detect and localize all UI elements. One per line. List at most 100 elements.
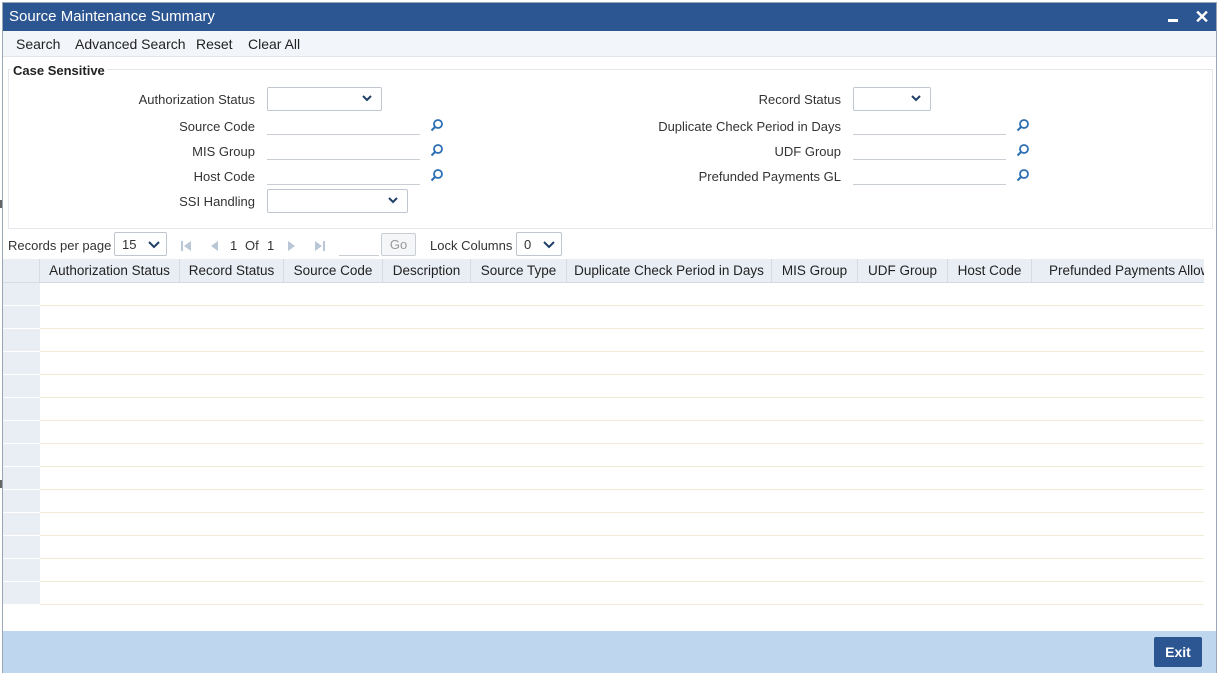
duplicate-check-period-input[interactable]	[853, 113, 1006, 135]
column-header[interactable]: Record Status	[180, 259, 284, 283]
row-selector[interactable]	[3, 329, 40, 352]
udf-group-input[interactable]	[853, 138, 1006, 160]
table-row[interactable]	[40, 421, 1204, 444]
column-header[interactable]: MIS Group	[772, 259, 858, 283]
table-row[interactable]	[40, 329, 1204, 352]
exit-button[interactable]: Exit	[1154, 637, 1202, 667]
clear-all-button[interactable]: Clear All	[248, 36, 300, 52]
lock-columns-label: Lock Columns	[430, 238, 513, 253]
authorization-status-select[interactable]	[267, 87, 382, 111]
select-all-header[interactable]	[3, 259, 40, 283]
column-header[interactable]: Duplicate Check Period in Days	[567, 259, 772, 283]
duplicate-check-period-label: Duplicate Check Period in Days	[658, 119, 841, 134]
udf-group-label: UDF Group	[774, 144, 841, 159]
row-selector[interactable]	[3, 375, 40, 398]
row-selector[interactable]	[3, 536, 40, 559]
source-code-input[interactable]	[267, 113, 420, 135]
next-page-icon[interactable]	[286, 240, 298, 252]
first-page-icon[interactable]	[180, 240, 192, 252]
row-selector[interactable]	[3, 444, 40, 467]
table-row[interactable]	[40, 306, 1204, 329]
source-code-label: Source Code	[179, 119, 255, 134]
ssi-handling-label: SSI Handling	[179, 194, 255, 209]
row-selector[interactable]	[3, 306, 40, 329]
column-header[interactable]: Authorization Status	[40, 259, 180, 283]
source-maintenance-summary-window: Source Maintenance Summary ✕ Search Adva…	[2, 2, 1217, 673]
record-status-label: Record Status	[758, 92, 841, 107]
lock-columns-value: 0	[524, 237, 532, 252]
mis-group-lookup-icon[interactable]	[430, 143, 444, 157]
row-selector[interactable]	[3, 582, 40, 605]
row-selector[interactable]	[3, 283, 40, 306]
source-code-lookup-icon[interactable]	[430, 118, 444, 132]
footer-bar: Exit	[3, 631, 1216, 673]
search-button[interactable]: Search	[16, 36, 60, 52]
chevron-down-icon	[148, 241, 160, 249]
table-row[interactable]	[40, 490, 1204, 513]
table-row[interactable]	[40, 283, 1204, 306]
records-per-page-value: 15	[122, 237, 137, 252]
row-selector[interactable]	[3, 421, 40, 444]
record-status-select[interactable]	[853, 87, 931, 111]
column-header[interactable]: Source Code	[284, 259, 383, 283]
ssi-handling-select[interactable]	[267, 189, 408, 213]
table-row[interactable]	[40, 559, 1204, 582]
prefunded-payments-gl-lookup-icon[interactable]	[1016, 168, 1030, 182]
column-header[interactable]: Source Type	[471, 259, 567, 283]
table-row[interactable]	[40, 444, 1204, 467]
duplicate-check-period-lookup-icon[interactable]	[1016, 118, 1030, 132]
table-row[interactable]	[40, 536, 1204, 559]
row-selector[interactable]	[3, 352, 40, 375]
table-row[interactable]	[40, 375, 1204, 398]
table-row[interactable]	[40, 467, 1204, 490]
last-page-icon[interactable]	[314, 240, 326, 252]
edge-marker	[0, 480, 2, 488]
records-per-page-select[interactable]: 15	[114, 232, 167, 256]
case-sensitive-title: Case Sensitive	[11, 63, 107, 78]
table-row[interactable]	[40, 582, 1204, 605]
row-selector[interactable]	[3, 513, 40, 536]
chevron-down-icon	[388, 197, 398, 204]
go-to-page-input[interactable]	[339, 234, 379, 256]
pagination-bar: Records per page 15 1 Of 1 Go Lock Colum…	[3, 232, 1216, 258]
column-header[interactable]: UDF Group	[858, 259, 948, 283]
results-grid: Authorization Status Record Status Sourc…	[3, 259, 1204, 619]
chevron-down-icon	[543, 241, 555, 249]
mis-group-input[interactable]	[267, 138, 420, 160]
total-pages: 1	[267, 238, 275, 253]
table-row[interactable]	[40, 513, 1204, 536]
records-per-page-label: Records per page	[8, 238, 112, 253]
chevron-down-icon	[362, 95, 372, 102]
advanced-search-button[interactable]: Advanced Search	[75, 36, 186, 52]
host-code-lookup-icon[interactable]	[430, 168, 444, 182]
minimize-icon[interactable]	[1163, 7, 1183, 27]
close-icon[interactable]: ✕	[1192, 7, 1212, 27]
current-page: 1	[230, 238, 238, 253]
host-code-input[interactable]	[267, 163, 420, 185]
host-code-label: Host Code	[193, 169, 255, 184]
row-selector[interactable]	[3, 398, 40, 421]
prefunded-payments-gl-label: Prefunded Payments GL	[698, 169, 841, 184]
authorization-status-label: Authorization Status	[138, 92, 255, 107]
table-row[interactable]	[40, 352, 1204, 375]
column-header[interactable]: Description	[383, 259, 471, 283]
toolbar: Search Advanced Search Reset Clear All	[3, 31, 1216, 57]
prev-page-icon[interactable]	[208, 240, 220, 252]
window-title: Source Maintenance Summary	[9, 8, 215, 25]
table-row[interactable]	[40, 398, 1204, 421]
row-selector[interactable]	[3, 490, 40, 513]
grid-header: Authorization Status Record Status Sourc…	[3, 259, 1204, 283]
prefunded-payments-gl-input[interactable]	[853, 163, 1006, 185]
title-bar: Source Maintenance Summary ✕	[3, 3, 1216, 31]
row-selector-column	[3, 283, 40, 605]
row-selector[interactable]	[3, 467, 40, 490]
go-button[interactable]: Go	[381, 233, 416, 256]
row-selector[interactable]	[3, 559, 40, 582]
column-header[interactable]: Host Code	[948, 259, 1032, 283]
udf-group-lookup-icon[interactable]	[1016, 143, 1030, 157]
lock-columns-select[interactable]: 0	[516, 232, 562, 256]
chevron-down-icon	[911, 95, 921, 102]
of-label: Of	[245, 238, 259, 253]
column-header[interactable]: Prefunded Payments Allowed	[1032, 259, 1204, 283]
reset-button[interactable]: Reset	[196, 36, 233, 52]
